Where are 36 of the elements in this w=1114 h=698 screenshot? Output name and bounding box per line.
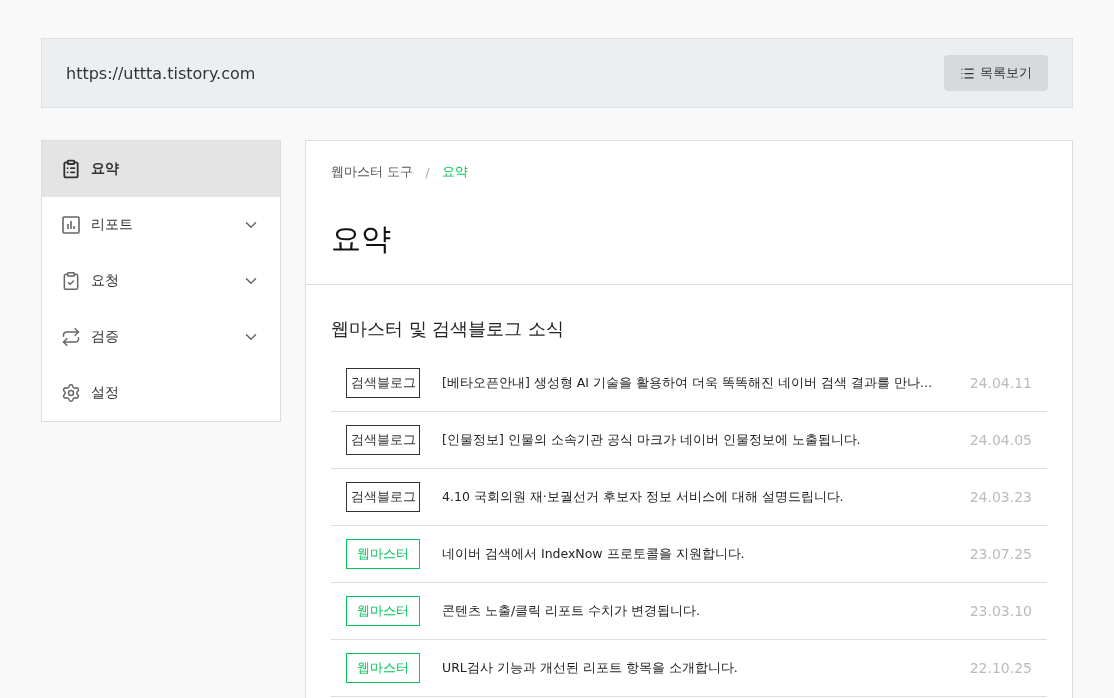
category-tag: 웹마스터	[346, 653, 420, 683]
news-title-link[interactable]: [베타오픈안내] 생성형 AI 기술을 활용하여 더욱 똑똑해진 네이버 검색 결과를 만나…	[442, 374, 948, 392]
news-date: 23.03.10	[969, 603, 1032, 619]
news-title-link[interactable]: 네이버 검색에서 IndexNow 프로토콜을 지원합니다.	[442, 545, 948, 563]
breadcrumb-link[interactable]: 웹마스터 도구	[331, 163, 414, 181]
clipboard-icon	[61, 159, 81, 179]
sidebar-item-label: 요청	[91, 272, 120, 290]
category-tag: 검색블로그	[346, 425, 420, 455]
news-date: 24.03.23	[969, 489, 1032, 505]
category-tag: 웹마스터	[346, 596, 420, 626]
news-date: 24.04.11	[969, 375, 1032, 391]
list-icon	[960, 65, 975, 81]
news-title-link[interactable]: URL검사 기능과 개선된 리포트 항목을 소개합니다.	[442, 659, 948, 677]
news-title-link[interactable]: 콘텐츠 노출/클릭 리포트 수치가 변경됩니다.	[442, 602, 948, 620]
news-date: 22.10.25	[969, 660, 1032, 676]
category-tag: 검색블로그	[346, 368, 420, 398]
news-date: 23.07.25	[969, 546, 1032, 562]
news-title-link[interactable]: 4.10 국회의원 재·보궐선거 후보자 정보 서비스에 대해 설명드립니다.	[442, 488, 948, 506]
category-tag: 검색블로그	[346, 482, 420, 512]
bar-chart-icon	[61, 215, 81, 235]
repeat-arrows-icon	[61, 327, 81, 347]
clipboard-check-icon	[61, 271, 81, 291]
sidebar-item-label: 요약	[91, 160, 120, 178]
category-tag: 웹마스터	[346, 539, 420, 569]
sidebar-item-label: 검증	[91, 328, 120, 346]
site-url: https://uttta.tistory.com	[66, 63, 256, 83]
sidebar-item-label: 설정	[91, 384, 120, 402]
breadcrumb-separator: /	[425, 164, 430, 180]
sidebar-item-label: 리포트	[91, 216, 134, 234]
sidebar-item[interactable]: 요약	[42, 141, 280, 197]
page-title: 요약	[331, 220, 392, 258]
news-date: 24.04.05	[969, 432, 1032, 448]
news-title-link[interactable]: [인물정보] 인물의 소속기관 공식 마크가 네이버 인물정보에 노출됩니다.	[442, 431, 948, 449]
section-title: 웹마스터 및 검색블로그 소식	[331, 317, 566, 341]
settings-icon	[61, 383, 81, 403]
list-view-button[interactable]: 목록보기	[944, 55, 1048, 91]
